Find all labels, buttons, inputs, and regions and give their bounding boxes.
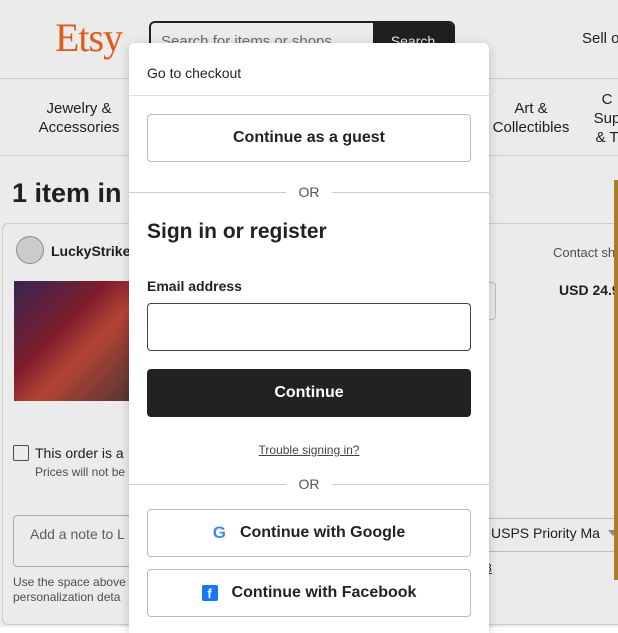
google-button-label: Continue with Google [239,524,406,541]
email-label: Email address [147,278,242,294]
continue-with-google-button[interactable]: G Continue with Google [147,509,471,557]
or-divider: OR [129,476,489,492]
continue-as-guest-button[interactable]: Continue as a guest [147,114,471,162]
trouble-signing-in-link[interactable]: Trouble signing in? [129,443,489,457]
checkout-modal: Go to checkout Continue as a guest OR Si… [129,43,489,633]
signin-heading: Sign in or register [147,220,327,243]
continue-button[interactable]: Continue [147,369,471,417]
email-input[interactable] [147,303,471,351]
continue-with-facebook-button[interactable]: f Continue with Facebook [147,569,471,617]
modal-title: Go to checkout [147,65,242,81]
google-icon: G [212,523,226,542]
facebook-icon: f [201,585,218,601]
modal-header: Go to checkout [129,43,489,96]
facebook-button-label: Continue with Facebook [231,584,417,601]
or-divider: OR [129,184,489,200]
